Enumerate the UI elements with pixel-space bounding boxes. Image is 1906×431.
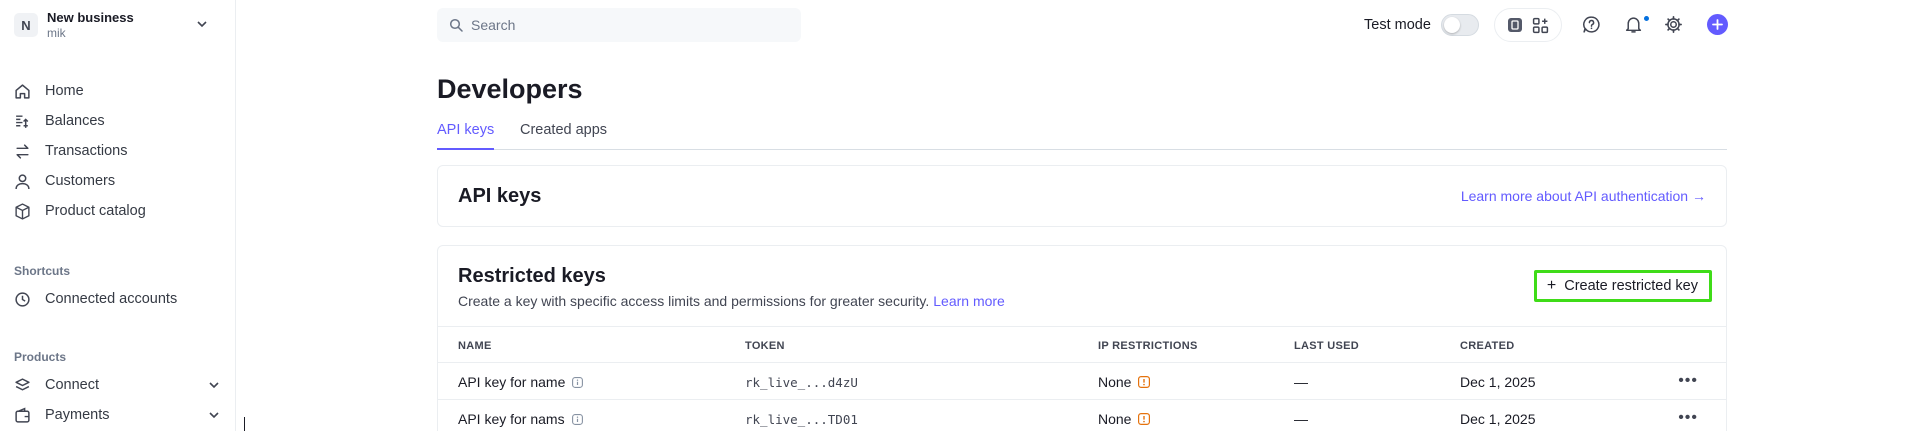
layers-icon [15, 377, 30, 390]
shortcuts-heading: Shortcuts [14, 264, 71, 278]
ip-restrictions-value: None [1098, 411, 1132, 427]
account-switcher[interactable]: N New business mik [14, 8, 214, 42]
last-used-value: — [1294, 411, 1308, 427]
sidebar-item-customers[interactable]: Customers [14, 166, 224, 196]
test-mode: Test mode [1364, 14, 1479, 36]
test-mode-toggle[interactable] [1440, 14, 1479, 36]
sidebar-item-connect[interactable]: Connect [14, 370, 224, 400]
ip-restrictions-value: None [1098, 374, 1132, 390]
products-heading: Products [14, 350, 67, 364]
sidebar-item-label: Customers [45, 173, 116, 189]
created-value: Dec 1, 2025 [1460, 374, 1536, 390]
sidebar-item-balances[interactable]: Balances [14, 106, 224, 136]
created-value: Dec 1, 2025 [1460, 411, 1536, 427]
search-icon [449, 18, 463, 32]
notification-dot [1643, 15, 1650, 22]
info-icon[interactable] [572, 376, 584, 388]
column-ip-restrictions: IP RESTRICTIONS [1098, 340, 1198, 352]
main-nav: Home Balances Transactions Customers Pro… [14, 76, 224, 226]
apps-grid-icon[interactable] [1532, 17, 1549, 34]
bell-icon[interactable] [1624, 15, 1643, 34]
key-name: API key for name [458, 374, 566, 390]
table-header: NAME TOKEN IP RESTRICTIONS LAST USED CRE… [438, 326, 1726, 363]
text-cursor [244, 417, 245, 431]
warning-icon [1138, 413, 1151, 425]
apps-group [1494, 8, 1562, 42]
gear-icon[interactable] [1664, 15, 1683, 34]
sidebar-item-label: Connected accounts [45, 291, 178, 307]
search-bar[interactable] [437, 8, 801, 42]
sidebar-item-product-catalog[interactable]: Product catalog [14, 196, 224, 226]
chevron-down-icon [209, 412, 219, 419]
restricted-keys-card: Restricted keys Create a key with specif… [437, 245, 1727, 431]
sidebar-item-label: Product catalog [45, 203, 146, 219]
balances-icon [16, 114, 29, 128]
chevron-down-icon [197, 21, 207, 28]
shortcuts-nav: Connected accounts [14, 284, 224, 314]
warning-icon [1138, 376, 1151, 388]
plus-icon [1712, 19, 1723, 30]
api-keys-card: API keys Learn more about API authentica… [437, 165, 1727, 227]
restricted-keys-description: Create a key with specific access limits… [458, 293, 1005, 309]
api-keys-heading: API keys [458, 185, 542, 207]
column-token: TOKEN [745, 340, 785, 352]
column-name: NAME [458, 340, 492, 352]
box-icon [15, 202, 30, 220]
page-title: Developers [437, 74, 583, 104]
test-mode-label: Test mode [1364, 17, 1431, 33]
create-restricted-key-button[interactable]: + Create restricted key [1533, 270, 1712, 302]
search-input[interactable] [471, 17, 771, 33]
app-icon[interactable] [1507, 17, 1523, 33]
info-icon[interactable] [571, 413, 583, 425]
account-avatar: N [14, 13, 38, 37]
column-last-used: LAST USED [1294, 340, 1360, 352]
create-restricted-key-label: Create restricted key [1564, 278, 1698, 294]
api-auth-link[interactable]: Learn more about API authentication → [1461, 188, 1706, 204]
account-user: mik [47, 25, 66, 40]
table-row[interactable]: API key for nams rk_live_...TD01 None — … [438, 400, 1726, 431]
sidebar-item-label: Transactions [45, 143, 128, 159]
sidebar-item-label: Home [45, 83, 84, 99]
restricted-keys-heading: Restricted keys [458, 265, 606, 287]
key-token: rk_live_...d4zU [745, 375, 858, 390]
tab-api-keys[interactable]: API keys [437, 122, 495, 150]
products-nav: Connect Payments [14, 370, 224, 430]
home-icon [15, 83, 30, 99]
account-name: New business [47, 9, 134, 25]
more-options-icon[interactable]: ••• [1678, 372, 1698, 390]
clock-icon [15, 291, 30, 307]
sidebar-item-transactions[interactable]: Transactions [14, 136, 224, 166]
table-row[interactable]: API key for name rk_live_...d4zU None — … [438, 363, 1726, 400]
sidebar-item-home[interactable]: Home [14, 76, 224, 106]
sidebar-item-label: Payments [45, 407, 110, 423]
plus-icon: + [1546, 277, 1557, 294]
more-options-icon[interactable]: ••• [1678, 409, 1698, 427]
tab-bar: API keys Created apps [437, 118, 1727, 150]
sidebar-item-connected-accounts[interactable]: Connected accounts [14, 284, 224, 314]
column-created: CREATED [1460, 340, 1515, 352]
tab-created-apps[interactable]: Created apps [520, 122, 607, 150]
arrows-exchange-icon [16, 143, 29, 159]
learn-more-link[interactable]: Learn more [933, 293, 1005, 309]
person-icon [15, 173, 30, 189]
key-name: API key for nams [458, 411, 565, 427]
key-token: rk_live_...TD01 [745, 412, 858, 427]
wallet-icon [15, 406, 30, 423]
last-used-value: — [1294, 374, 1308, 390]
chevron-down-icon [209, 382, 219, 389]
sidebar: N New business mik Home Balances Transac… [0, 0, 236, 431]
sidebar-item-label: Balances [45, 113, 105, 129]
sidebar-item-payments[interactable]: Payments [14, 400, 224, 430]
help-icon[interactable] [1582, 15, 1601, 34]
create-plus-button[interactable] [1707, 14, 1728, 35]
sidebar-item-label: Connect [45, 377, 100, 393]
